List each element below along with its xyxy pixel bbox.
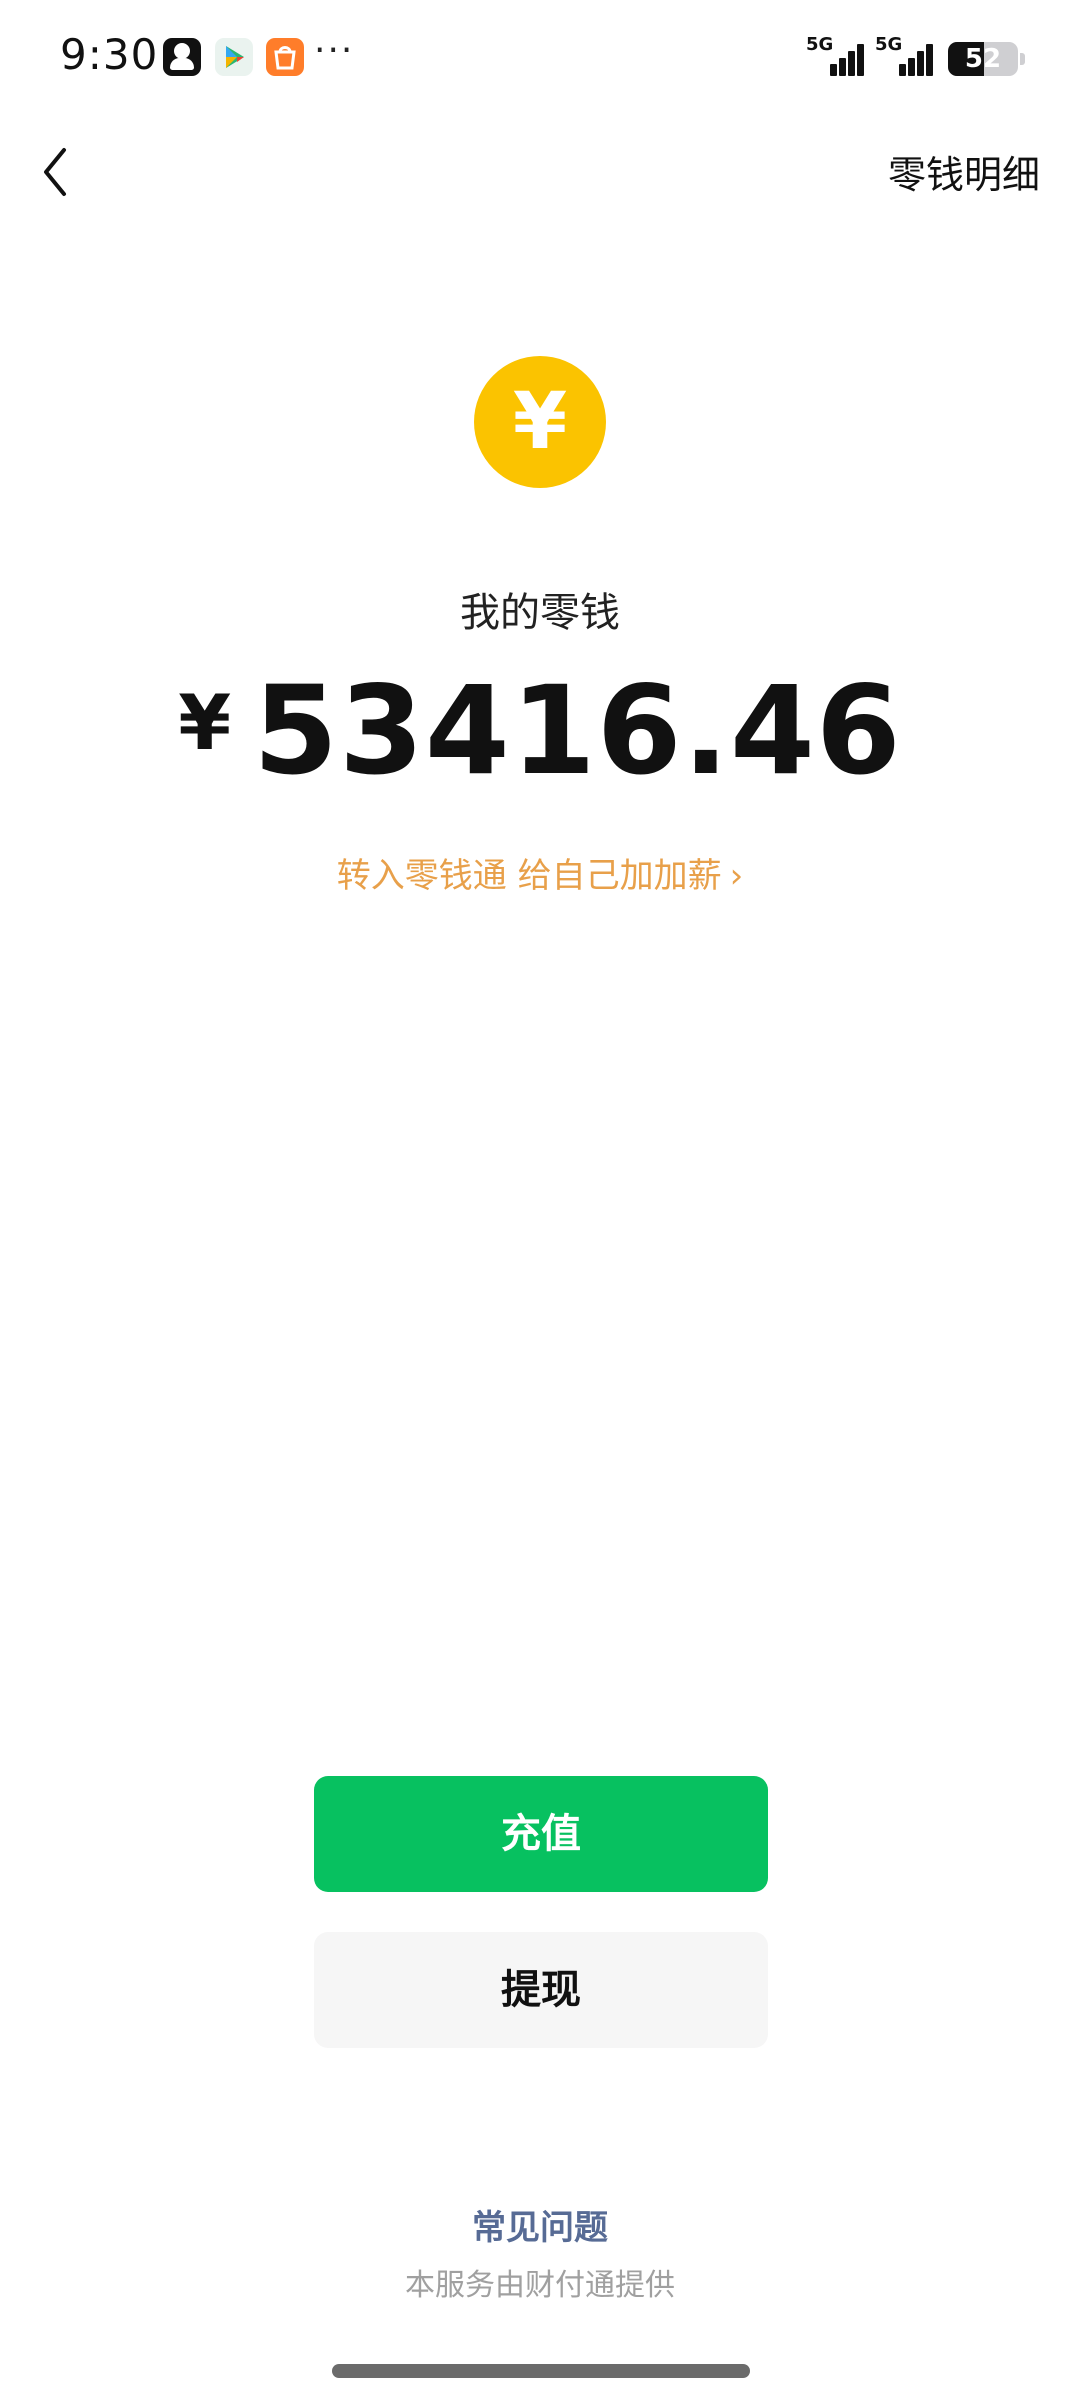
status-time: 9:30 xyxy=(60,30,159,79)
wallet-title: 我的零钱 xyxy=(460,590,620,636)
chevron-right-icon: › xyxy=(729,856,744,896)
withdraw-button[interactable]: 提现 xyxy=(314,1932,768,2048)
shopping-bag-icon xyxy=(266,38,304,76)
currency-symbol: ¥ xyxy=(178,678,232,767)
recharge-button[interactable]: 充值 xyxy=(314,1776,768,1892)
faq-link[interactable]: 常见问题 xyxy=(0,2200,1080,2249)
home-indicator[interactable] xyxy=(332,2364,750,2378)
provider-text: 本服务由财付通提供 xyxy=(405,2268,675,2303)
play-store-icon xyxy=(215,38,253,76)
person-app-icon xyxy=(163,38,201,76)
signal-5g-icon: 5G xyxy=(875,34,937,76)
coin-icon: ¥ xyxy=(474,356,606,488)
chevron-left-icon xyxy=(44,148,66,196)
wallet-detail-link[interactable]: 零钱明细 xyxy=(888,144,1040,199)
status-bar: 9:30 ··· 5G 5G 52 xyxy=(0,0,1080,120)
promo-text: 转入零钱通 给自己加加薪 xyxy=(336,856,722,896)
signal-5g-icon: 5G xyxy=(806,34,868,76)
balance-amount: ¥53416.46 xyxy=(0,660,1080,802)
nav-bar: 零钱明细 xyxy=(0,120,1080,230)
balance-value: 53416.46 xyxy=(253,660,902,802)
promo-link[interactable]: 转入零钱通 给自己加加薪 › xyxy=(0,848,1080,897)
more-notifications-icon: ··· xyxy=(314,30,355,71)
back-button[interactable] xyxy=(30,142,80,202)
battery-icon: 52 xyxy=(948,42,1018,76)
